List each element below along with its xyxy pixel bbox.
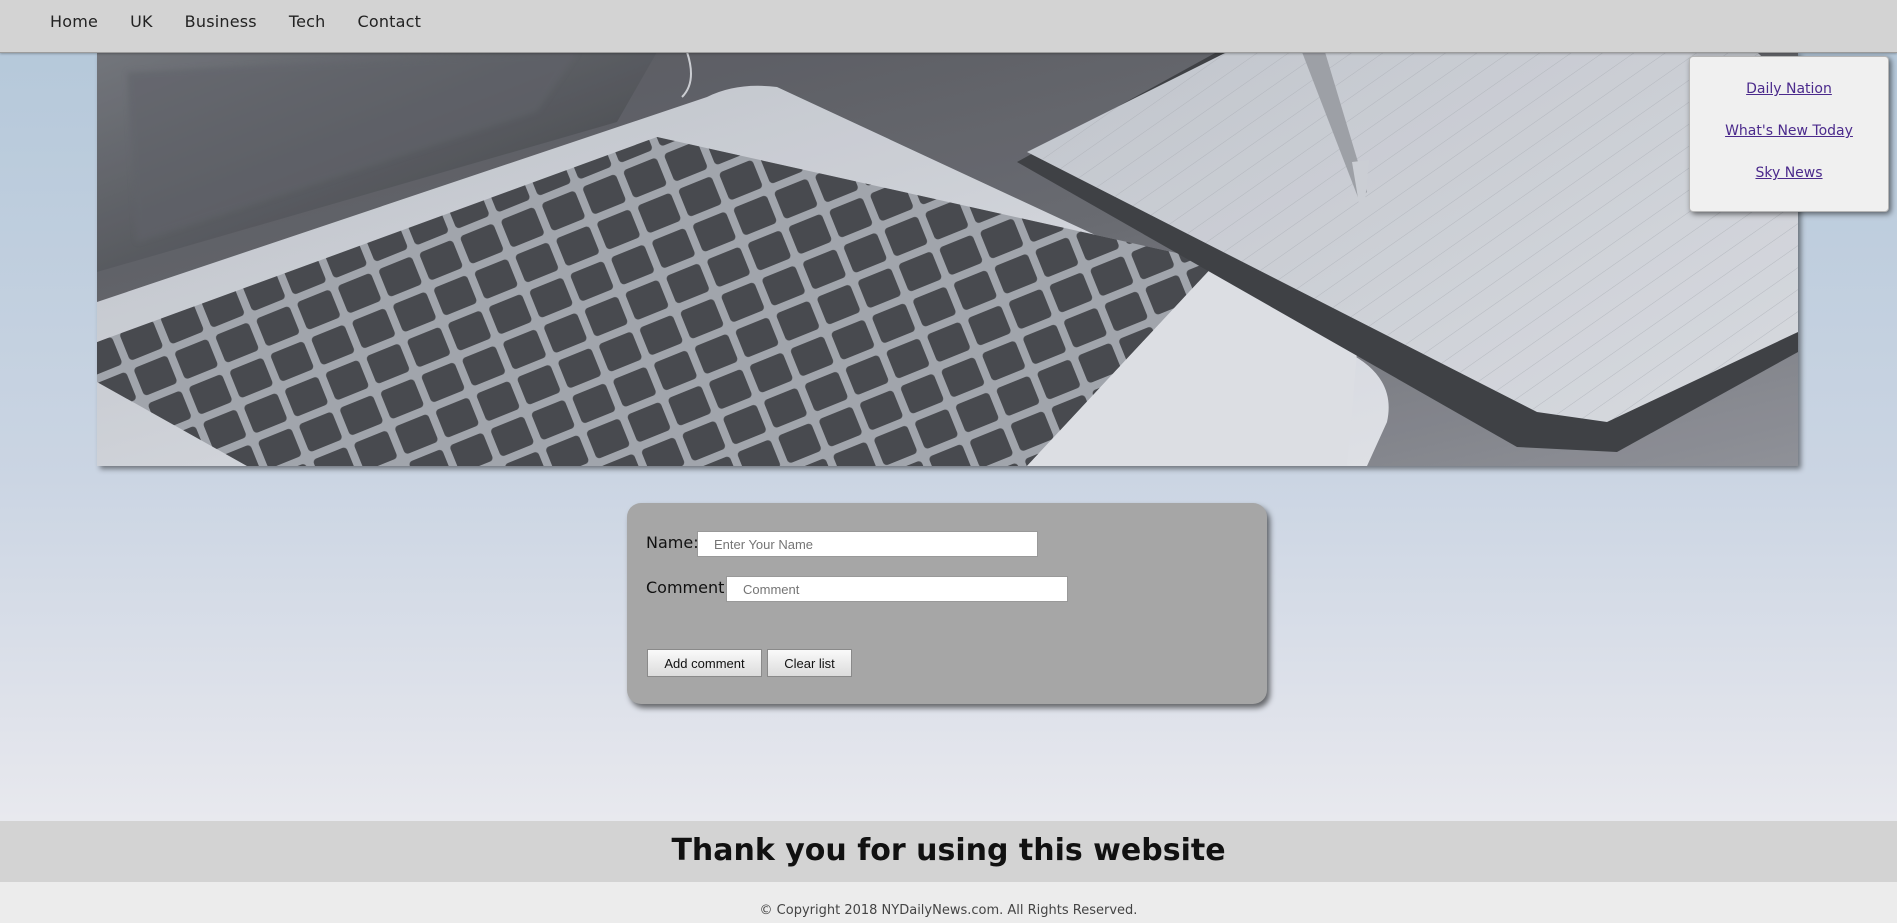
top-navbar: Home UK Business Tech Contact (0, 0, 1897, 53)
nav-link-business[interactable]: Business (185, 12, 257, 31)
nav-item-uk: UK (130, 12, 153, 31)
nav-item-business: Business (185, 12, 257, 31)
thank-you-banner: Thank you for using this website (0, 821, 1897, 882)
comment-input[interactable] (726, 576, 1068, 602)
nav-link-contact[interactable]: Contact (357, 12, 421, 31)
name-label: Name: (646, 533, 699, 552)
add-comment-button[interactable]: Add comment (647, 649, 762, 677)
clear-list-button[interactable]: Clear list (767, 649, 852, 677)
comment-label: Comment: (646, 578, 730, 597)
nav-item-home: Home (50, 12, 98, 31)
comment-form: Name: Comment: Add comment Clear list (627, 503, 1267, 704)
nav-menu: Home UK Business Tech Contact (50, 12, 421, 31)
link-whats-new-today[interactable]: What's New Today (1690, 123, 1888, 139)
link-daily-nation[interactable]: Daily Nation (1690, 81, 1888, 97)
nav-link-uk[interactable]: UK (130, 12, 153, 31)
nav-link-tech[interactable]: Tech (289, 12, 326, 31)
copyright-footer: © Copyright 2018 NYDailyNews.com. All Ri… (0, 882, 1897, 923)
nav-item-tech: Tech (289, 12, 326, 31)
thank-you-heading: Thank you for using this website (671, 833, 1226, 868)
name-input[interactable] (697, 531, 1038, 557)
hero-image (97, 52, 1798, 466)
news-links-box: Daily Nation What's New Today Sky News (1689, 56, 1889, 212)
copyright-text: © Copyright 2018 NYDailyNews.com. All Ri… (759, 903, 1138, 918)
nav-link-home[interactable]: Home (50, 12, 98, 31)
laptop-notebook-illustration (97, 52, 1798, 466)
nav-item-contact: Contact (357, 12, 421, 31)
link-sky-news[interactable]: Sky News (1690, 165, 1888, 181)
